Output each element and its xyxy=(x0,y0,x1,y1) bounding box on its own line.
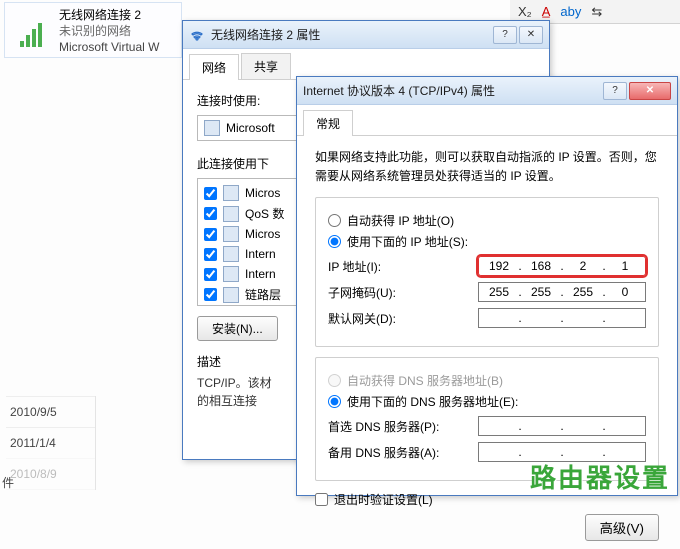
radio-auto-dns: 自动获得 DNS 服务器地址(B) xyxy=(328,372,646,389)
protocol-icon xyxy=(223,287,239,303)
checkbox[interactable] xyxy=(204,268,217,281)
tab-sharing[interactable]: 共享 xyxy=(241,53,291,79)
checkbox[interactable] xyxy=(204,228,217,241)
watermark-text: 路由器设置 xyxy=(530,458,670,495)
help-text: 如果网络支持此功能，则可以获取自动指派的 IP 设置。否则，您需要从网络系统管理… xyxy=(315,148,659,185)
wifi-signal-icon xyxy=(11,7,51,47)
radio-manual-ip: 使用下面的 IP 地址(S): xyxy=(328,233,646,250)
advanced-button[interactable]: 高级(V) xyxy=(585,514,659,541)
gateway-label: 默认网关(D): xyxy=(328,310,478,327)
tool-highlight[interactable]: aby xyxy=(560,4,581,19)
date-list: 2010/9/5 2011/1/4 2010/8/9 xyxy=(6,396,96,490)
tab-general[interactable]: 常规 xyxy=(303,110,353,136)
tool-indent[interactable]: ⇆ xyxy=(591,4,602,20)
gateway-input[interactable]: . . . xyxy=(478,308,646,328)
checkbox[interactable] xyxy=(204,187,217,200)
radio-auto-ip-input[interactable] xyxy=(328,214,341,227)
date-row[interactable]: 2011/1/4 xyxy=(6,427,95,458)
network-connection-item[interactable]: 无线网络连接 2 未识别的网络 Microsoft Virtual W xyxy=(4,2,182,58)
tabstrip: 常规 xyxy=(297,105,677,136)
ip-address-label: IP 地址(I): xyxy=(328,258,478,275)
net-name: 无线网络连接 2 xyxy=(59,7,159,23)
protocol-icon xyxy=(223,266,239,282)
window-title: 无线网络连接 2 属性 xyxy=(211,26,493,43)
preferred-dns-label: 首选 DNS 服务器(P): xyxy=(328,418,478,435)
checkbox[interactable] xyxy=(204,248,217,261)
protocol-icon xyxy=(223,246,239,262)
date-row[interactable]: 2010/9/5 xyxy=(6,396,95,427)
checkbox[interactable] xyxy=(204,288,217,301)
titlebar[interactable]: 无线网络连接 2 属性 ? ✕ xyxy=(183,21,549,49)
net-status: 未识别的网络 xyxy=(59,23,159,39)
help-button[interactable]: ? xyxy=(493,26,517,44)
alternate-dns-label: 备用 DNS 服务器(A): xyxy=(328,444,478,461)
tool-subscript[interactable]: X₂ xyxy=(518,4,532,19)
titlebar[interactable]: Internet 协议版本 4 (TCP/IPv4) 属性 ? xyxy=(297,77,677,105)
protocol-icon xyxy=(223,226,239,242)
ip-fieldset: 自动获得 IP 地址(O) 使用下面的 IP 地址(S): IP 地址(I): … xyxy=(315,197,659,347)
tab-network[interactable]: 网络 xyxy=(189,54,239,80)
adapter-icon xyxy=(204,120,220,136)
ip-address-input[interactable]: 192. 168. 2. 1 xyxy=(478,256,646,276)
radio-manual-dns: 使用下面的 DNS 服务器地址(E): xyxy=(328,393,646,410)
subject-column-fragment: 件 xyxy=(2,474,14,491)
checkbox[interactable] xyxy=(204,207,217,220)
subnet-mask-input[interactable]: 255. 255. 255. 0 xyxy=(478,282,646,302)
window-title: Internet 协议版本 4 (TCP/IPv4) 属性 xyxy=(303,82,603,99)
tool-font-color[interactable]: A̲ xyxy=(542,4,551,19)
validate-checkbox[interactable] xyxy=(315,493,328,506)
wifi-icon xyxy=(189,27,205,43)
radio-manual-ip-input[interactable] xyxy=(328,235,341,248)
install-button[interactable]: 安装(N)... xyxy=(197,316,278,341)
subnet-mask-label: 子网掩码(U): xyxy=(328,284,478,301)
close-button[interactable]: ✕ xyxy=(519,26,543,44)
close-button[interactable] xyxy=(629,82,671,100)
adapter-name: Microsoft xyxy=(226,121,275,135)
date-row[interactable]: 2010/8/9 xyxy=(6,458,95,490)
help-button[interactable]: ? xyxy=(603,82,627,100)
radio-manual-dns-input[interactable] xyxy=(328,395,341,408)
protocol-icon xyxy=(223,206,239,222)
radio-auto-ip: 自动获得 IP 地址(O) xyxy=(328,212,646,229)
ipv4-properties-window: Internet 协议版本 4 (TCP/IPv4) 属性 ? 常规 如果网络支… xyxy=(296,76,678,496)
protocol-icon xyxy=(223,185,239,201)
preferred-dns-input[interactable]: . . . xyxy=(478,416,646,436)
radio-auto-dns-input xyxy=(328,374,341,387)
net-adapter: Microsoft Virtual W xyxy=(59,39,159,55)
